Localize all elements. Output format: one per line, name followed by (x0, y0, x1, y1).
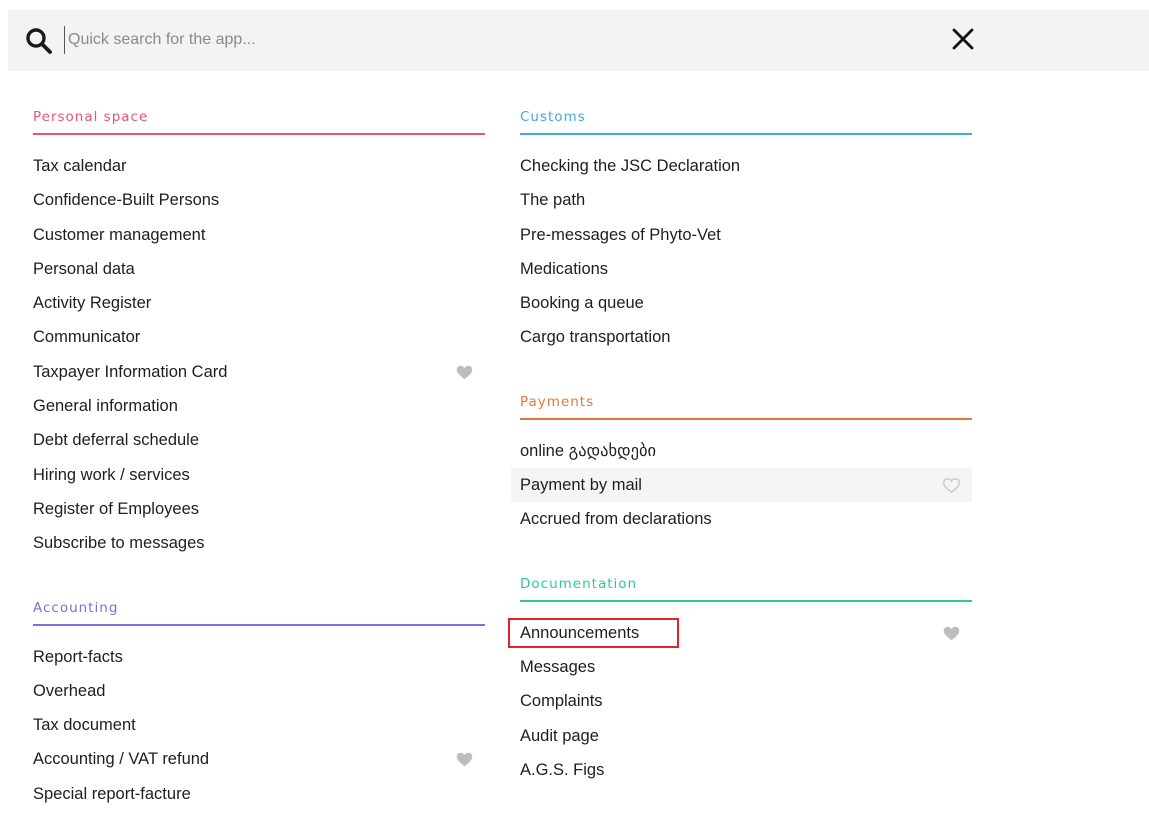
app-item-label: Cargo transportation (520, 328, 671, 347)
app-item-label: Tax document (33, 716, 136, 735)
section-documentation: Documentation Announcements Messages Compl… (507, 563, 972, 787)
app-item-label: Messages (520, 657, 596, 676)
section-payments: Payments online გადახდები Payment by mail… (511, 381, 972, 537)
heart-filled-icon[interactable] (456, 365, 473, 380)
section-title-payments: Payments (520, 381, 972, 420)
app-item-personal[interactable]: Subscribe to messages (33, 526, 485, 560)
app-item-label: Booking a queue (520, 294, 644, 313)
app-list-personal: Tax calendar Confidence-Built Persons Cust… (33, 135, 485, 561)
section-customs: Customs Checking the JSC Declaration The … (520, 96, 972, 355)
app-item-customs[interactable]: Cargo transportation (520, 320, 972, 354)
app-item-documentation[interactable]: A.G.S. Figs (520, 753, 972, 787)
app-item-documentation[interactable]: Messages (520, 650, 972, 684)
search-input[interactable] (64, 26, 888, 54)
app-item-label: Overhead (33, 681, 106, 700)
app-item-label: Report-facts (33, 647, 123, 666)
app-list-payments: online გადახდები Payment by mail Accrued f… (511, 420, 972, 537)
app-item-documentation[interactable]: Announcements (507, 616, 972, 650)
app-list-customs: Checking the JSC Declaration The path Pre-… (520, 135, 972, 355)
app-item-label: Personal data (33, 259, 135, 278)
right-column: Customs Checking the JSC Declaration The … (507, 96, 972, 787)
app-item-label: Customer management (33, 225, 206, 244)
app-item-personal[interactable]: Debt deferral schedule (33, 423, 485, 457)
app-item-personal[interactable]: Personal data (33, 252, 485, 286)
search-icon[interactable] (25, 27, 53, 55)
app-item-label: online გადახდები (520, 441, 657, 460)
app-item-payments[interactable]: online გადახდები (520, 434, 972, 468)
app-item-personal[interactable]: Confidence-Built Persons (33, 183, 485, 217)
app-item-personal[interactable]: General information (33, 389, 485, 423)
app-item-payments[interactable]: Payment by mail (511, 468, 972, 503)
section-accounting: Accounting Report-facts Overhead Tax docum… (33, 587, 485, 811)
app-item-label: Special report-facture (33, 784, 191, 803)
left-column: Personal space Tax calendar Confidence-Bu… (33, 96, 485, 811)
app-item-label: The path (520, 191, 586, 210)
app-item-label: Announcements (507, 617, 680, 648)
section-title-customs: Customs (520, 96, 972, 135)
app-item-customs[interactable]: Booking a queue (520, 286, 972, 320)
app-item-accounting[interactable]: Special report-facture (33, 777, 485, 811)
app-item-customs[interactable]: Medications (520, 252, 972, 286)
section-title-accounting: Accounting (33, 587, 485, 626)
app-item-accounting[interactable]: Report-facts (33, 640, 485, 674)
app-list-accounting: Report-facts Overhead Tax document Accounti… (33, 626, 485, 811)
app-item-customs[interactable]: Checking the JSC Declaration (520, 149, 972, 183)
section-personal: Personal space Tax calendar Confidence-Bu… (33, 96, 485, 561)
app-item-personal[interactable]: Communicator (33, 320, 485, 354)
app-item-label: Payment by mail (520, 476, 642, 495)
app-item-payments[interactable]: Accrued from declarations (520, 502, 972, 536)
app-item-label: Accrued from declarations (520, 510, 712, 529)
heart-filled-icon[interactable] (456, 752, 473, 767)
app-item-personal[interactable]: Register of Employees (33, 492, 485, 526)
app-item-accounting[interactable]: Tax document (33, 708, 485, 742)
app-item-label: Complaints (520, 692, 603, 711)
app-item-label: Tax calendar (33, 157, 127, 175)
app-item-personal[interactable]: Customer management (33, 218, 485, 252)
close-icon[interactable] (948, 24, 978, 54)
app-item-personal[interactable]: Tax calendar (33, 149, 485, 183)
app-item-label: General information (33, 397, 178, 416)
app-item-customs[interactable]: The path (520, 183, 972, 217)
app-item-label: Register of Employees (33, 499, 199, 518)
app-item-label: Communicator (33, 328, 141, 347)
app-item-personal[interactable]: Taxpayer Information Card (33, 355, 485, 389)
app-item-personal[interactable]: Hiring work / services (33, 458, 485, 492)
app-item-label: Audit page (520, 726, 599, 745)
app-item-personal[interactable]: Activity Register (33, 286, 485, 320)
section-title-personal: Personal space (33, 96, 485, 135)
app-item-label: Activity Register (33, 294, 152, 313)
app-item-label: Taxpayer Information Card (33, 362, 228, 381)
app-item-accounting[interactable]: Accounting / VAT refund (33, 742, 485, 776)
search-bar (8, 10, 1149, 71)
app-item-label: Debt deferral schedule (33, 431, 200, 450)
app-item-documentation[interactable]: Audit page (520, 719, 972, 753)
app-item-label: Checking the JSC Declaration (520, 157, 741, 175)
heart-filled-icon[interactable] (943, 626, 960, 641)
app-list-documentation: Announcements Messages Complaints Audit pag… (507, 602, 972, 787)
app-item-label: Confidence-Built Persons (33, 191, 220, 210)
section-title-documentation: Documentation (520, 563, 972, 602)
app-item-customs[interactable]: Pre-messages of Phyto-Vet (520, 218, 972, 252)
heart-outline-icon[interactable] (943, 478, 960, 494)
app-item-label: Medications (520, 259, 609, 278)
app-item-label: Subscribe to messages (33, 534, 205, 553)
app-item-documentation[interactable]: Complaints (520, 684, 972, 718)
app-item-label: Hiring work / services (33, 465, 190, 484)
app-item-accounting[interactable]: Overhead (33, 674, 485, 708)
app-item-label: Pre-messages of Phyto-Vet (520, 225, 721, 244)
app-item-label: A.G.S. Figs (520, 760, 605, 779)
app-item-label: Accounting / VAT refund (33, 750, 210, 769)
